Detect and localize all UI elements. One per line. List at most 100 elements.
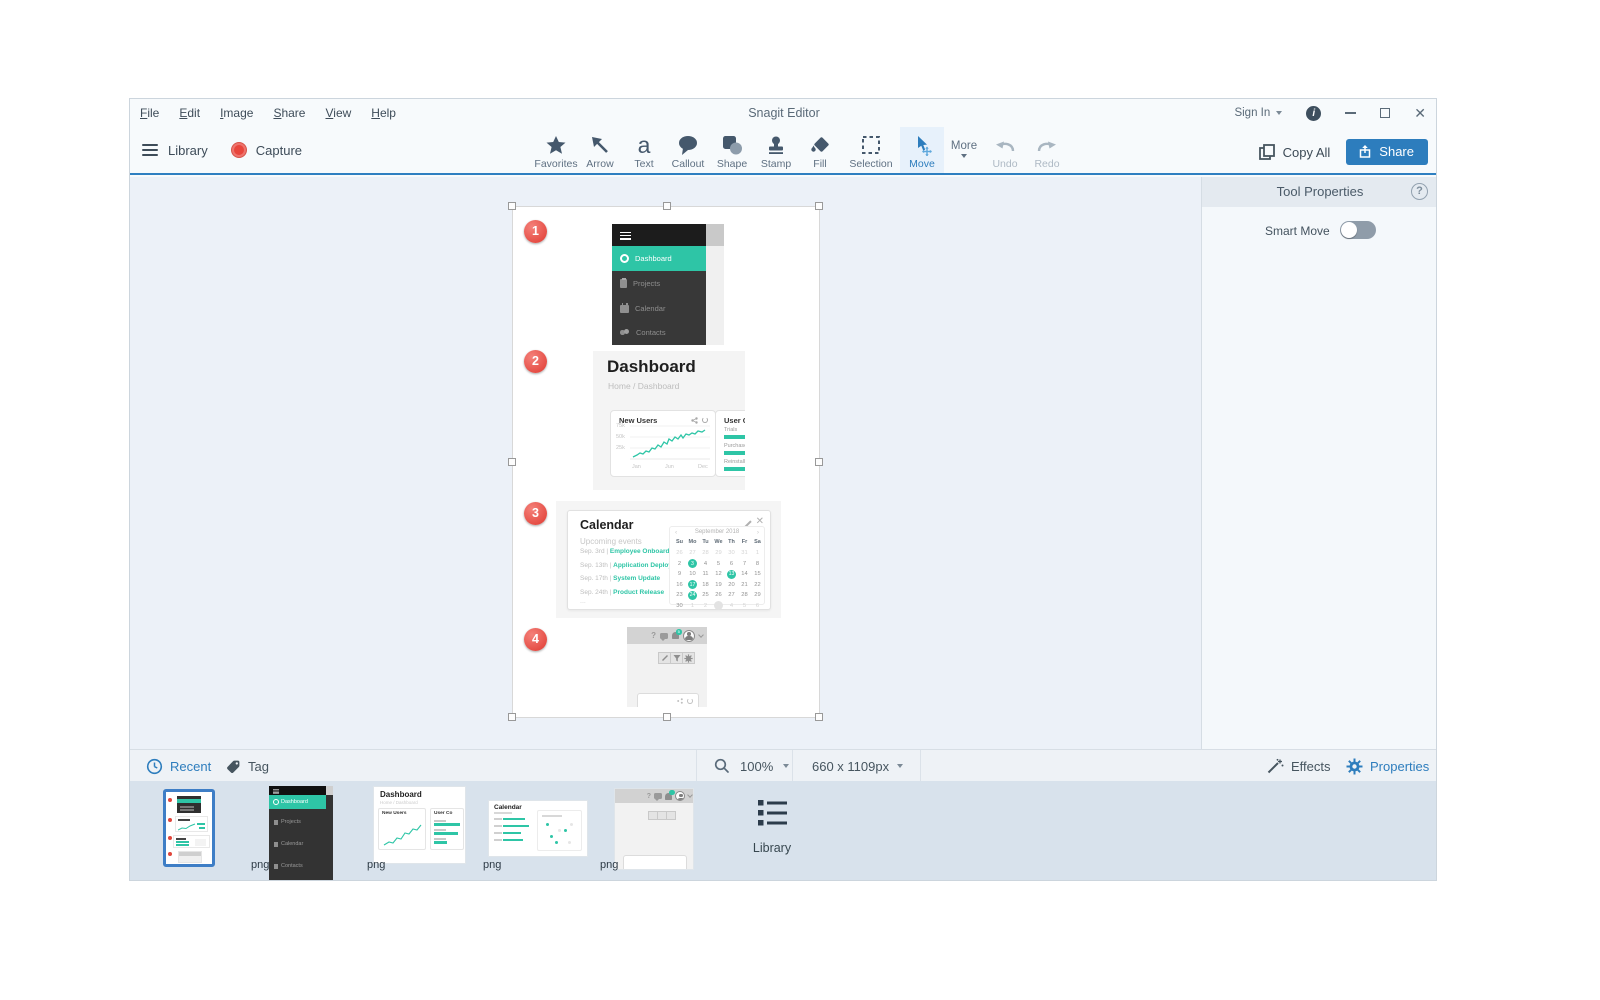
tool-label: Selection	[849, 158, 892, 170]
fill-icon	[809, 132, 831, 158]
selection-handle[interactable]	[663, 713, 671, 721]
selection-handle[interactable]	[508, 202, 516, 210]
x-tick: Dec	[698, 464, 708, 470]
mini-calendar-cell: 5	[738, 601, 751, 612]
chevron-down-icon	[698, 632, 704, 638]
properties-button[interactable]: Properties	[1346, 750, 1429, 782]
tool-fill[interactable]: Fill	[798, 127, 842, 173]
mock-nav-label: Contacts	[636, 328, 666, 337]
recent-tab[interactable]: Recent	[146, 750, 211, 782]
mock-calendar-title: Calendar	[580, 518, 634, 532]
undo-icon	[993, 132, 1017, 158]
document-image[interactable]: 1 2 3 4 Dashboard Projects	[512, 206, 820, 718]
conversion-rows: TrialsPurchasesReinstalls	[724, 427, 745, 475]
mini-calendar-cell: 20	[725, 580, 738, 591]
tray-thumbnail-selected[interactable]	[163, 789, 215, 867]
mock-calendar-card: Calendar ✕ Upcoming events Sep. 3rd | Em…	[567, 510, 771, 610]
capture-icon[interactable]	[232, 143, 246, 157]
selection-handle[interactable]	[508, 458, 516, 466]
library-button[interactable]: Library	[168, 143, 208, 158]
thumb-mini-card: User Co	[430, 808, 464, 850]
selection-handle[interactable]	[815, 202, 823, 210]
tag-tab[interactable]: Tag	[226, 750, 269, 782]
canvas-size-control[interactable]: 660 x 1109px	[812, 750, 903, 782]
thumb-nav-label: Projects	[281, 819, 301, 825]
help-icon[interactable]: ?	[1411, 183, 1428, 200]
tool-favorites[interactable]: Favorites	[534, 127, 578, 173]
conversion-label: Reinstalls	[724, 459, 745, 465]
callout-step-2: 2	[524, 350, 547, 373]
tray-thumbnail[interactable]: ?	[614, 788, 694, 870]
mini-calendar-cell: 29	[712, 548, 725, 559]
zoom-control[interactable]: 100%	[714, 750, 789, 782]
chevron-down-icon	[783, 764, 789, 768]
effects-button[interactable]: Effects	[1266, 750, 1331, 782]
tray-thumbnail[interactable]: Dashboard Projects Calendar Contacts	[269, 786, 333, 881]
smart-move-toggle[interactable]	[1340, 221, 1376, 239]
library-hamburger-icon[interactable]	[142, 141, 158, 160]
mini-calendar-day-header: Tu	[699, 539, 712, 548]
redo-button[interactable]: Redo	[1026, 127, 1068, 173]
callout-step-3: 3	[524, 502, 547, 525]
editor-canvas[interactable]: 1 2 3 4 Dashboard Projects	[130, 177, 1201, 749]
card-title: User Co	[724, 416, 745, 425]
tool-stamp[interactable]: Stamp	[754, 127, 798, 173]
tool-move[interactable]: Move	[900, 127, 944, 173]
stamp-icon	[765, 132, 787, 158]
tool-label: Redo	[1034, 158, 1059, 170]
mini-calendar-cell: 1	[686, 601, 699, 612]
minimize-button[interactable]	[1345, 112, 1356, 114]
mini-calendar-cell: 9	[673, 569, 686, 580]
undo-button[interactable]: Undo	[984, 127, 1026, 173]
thumbnail-format-label: png	[251, 859, 269, 871]
mini-calendar-cell: 12	[712, 569, 725, 580]
tray-thumbnail[interactable]: Calendar	[488, 800, 588, 857]
smart-move-label: Smart Move	[1265, 224, 1330, 238]
share-button[interactable]: Share	[1346, 139, 1428, 165]
tray-thumbnail[interactable]: Dashboard Home / Dashboard New Users Use…	[373, 786, 466, 864]
card-icons	[691, 417, 708, 424]
tool-selection[interactable]: Selection	[842, 127, 900, 173]
x-tick: Jun	[665, 464, 674, 470]
mock-top-bar: ? 5	[627, 627, 707, 644]
close-button[interactable]: ✕	[1414, 106, 1426, 120]
selection-handle[interactable]	[815, 713, 823, 721]
selection-handle[interactable]	[815, 458, 823, 466]
mock-nav-calendar: Calendar	[612, 296, 706, 321]
panel-header: Tool Properties ?	[1202, 177, 1437, 207]
selection-handle[interactable]	[663, 202, 671, 210]
mock-toolbar-snippet: ? 5	[627, 627, 707, 707]
copy-all-button[interactable]: Copy All	[1258, 143, 1331, 161]
tray-library-button[interactable]: Library	[742, 795, 802, 865]
mini-line-chart	[630, 424, 710, 461]
toggle-knob	[1341, 222, 1357, 238]
maximize-button[interactable]	[1380, 108, 1390, 118]
sign-in-label: Sign In	[1234, 107, 1270, 119]
conversion-bar	[724, 435, 745, 440]
tool-label: Text	[634, 158, 653, 170]
conversion-row: Reinstalls	[724, 459, 745, 471]
tool-label: Move	[909, 158, 935, 170]
tool-more[interactable]: More	[944, 127, 984, 173]
tool-arrow[interactable]: Arrow	[578, 127, 622, 173]
tool-text[interactable]: a Text	[622, 127, 666, 173]
gear-icon	[1346, 758, 1363, 775]
selection-handle[interactable]	[508, 713, 516, 721]
refresh-icon	[687, 698, 693, 704]
month-label: September 2018	[670, 529, 764, 535]
canvas-size: 660 x 1109px	[812, 759, 889, 774]
help-icon: ?	[647, 793, 651, 800]
tool-shape[interactable]: Shape	[710, 127, 754, 173]
mock-new-users-card: New Users 75k 50k 25k Jan	[610, 410, 716, 477]
capture-button[interactable]: Capture	[256, 143, 302, 158]
mock-calendar-subtitle: Upcoming events	[580, 537, 642, 546]
mock-sidebar: Dashboard Projects Calendar Contacts	[612, 224, 724, 345]
sign-in-button[interactable]: Sign In	[1234, 107, 1282, 119]
tool-label: Stamp	[761, 158, 791, 170]
tool-callout[interactable]: Callout	[666, 127, 710, 173]
copy-all-label: Copy All	[1283, 145, 1331, 160]
event-name: Product Release	[613, 589, 664, 596]
info-icon[interactable]: i	[1306, 106, 1321, 121]
redo-icon	[1035, 132, 1059, 158]
mini-calendar-cell: 27	[686, 548, 699, 559]
